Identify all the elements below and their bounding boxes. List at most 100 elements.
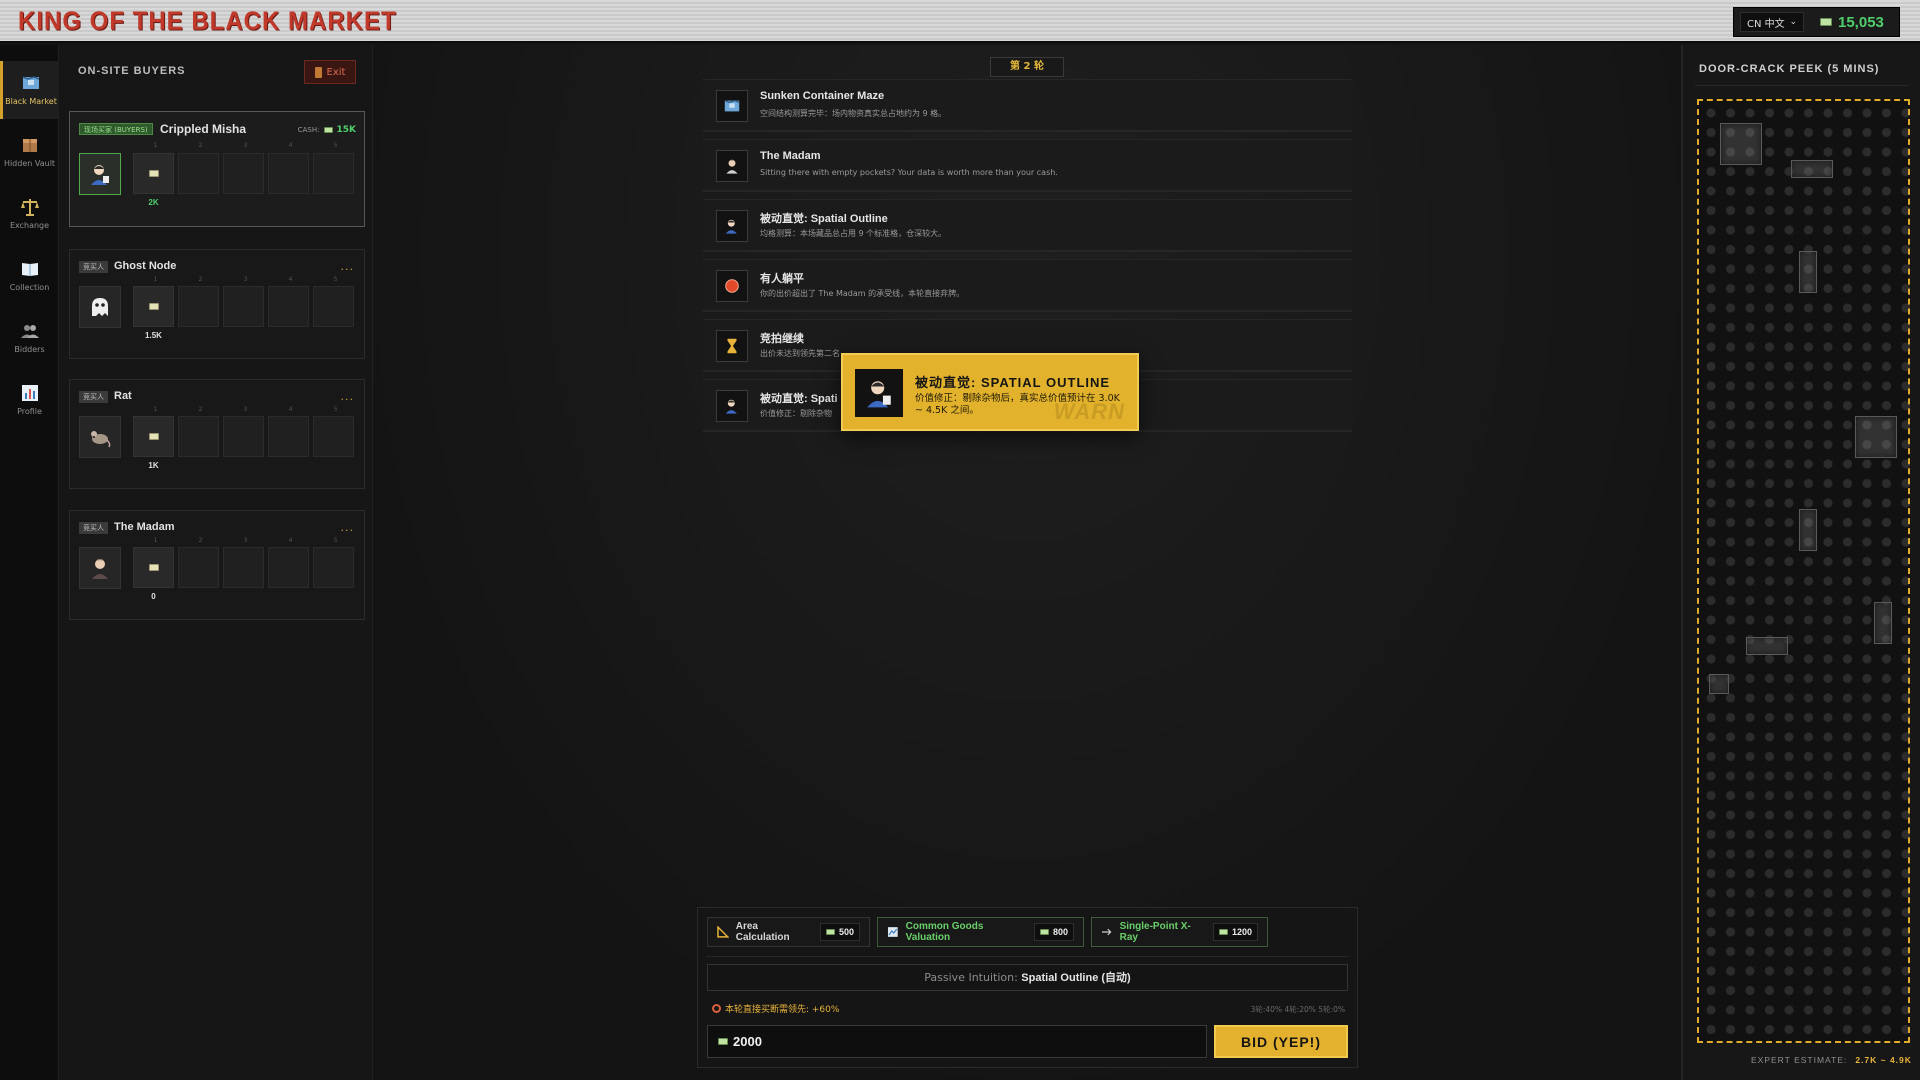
bid-slot [133, 286, 174, 327]
bid-button[interactable]: BID (YEP!) [1214, 1025, 1348, 1058]
top-bar: KING OF THE BLACK MARKET CN 中文 ⌄ 15,053 [0, 0, 1920, 43]
event-title: 被动直觉: Spatial Outline [760, 213, 888, 225]
cash-icon [1820, 18, 1832, 26]
divider [706, 956, 1349, 957]
bid-amount: 1.5K [145, 331, 162, 340]
event-icon [716, 150, 748, 182]
bid-slot [133, 416, 174, 457]
crate-icon [22, 139, 37, 152]
popup-watermark: WARN [1053, 399, 1125, 424]
rat-avatar-icon [91, 431, 111, 448]
slot-numbers: 1 2 3 4 5 [133, 142, 358, 149]
buyer-card[interactable]: 竞买人 Ghost Node ... 1 2 3 4 5 1.5K [69, 249, 365, 359]
event-title: 竞拍继续 [760, 333, 804, 345]
nav-collection[interactable]: Collection [0, 247, 59, 305]
bid-slot [133, 547, 174, 588]
slot-number: 3 [243, 406, 248, 413]
vault-item-block [1720, 123, 1762, 165]
nav-profile[interactable]: Profile [0, 371, 59, 429]
cash-icon [1218, 929, 1228, 935]
more-icon[interactable]: ... [341, 521, 355, 534]
divider [1695, 85, 1908, 86]
buyer-tag: 现场买家 (BUYERS) [79, 123, 153, 135]
tool-cost: 500 [819, 923, 860, 941]
passive-label: Passive Intuition: [924, 971, 1018, 984]
bid-slot [223, 286, 264, 327]
event-icon [716, 90, 748, 122]
bid-slot [223, 547, 264, 588]
language-value: CN 中文 [1747, 18, 1785, 30]
nav-bidders[interactable]: Bidders [0, 309, 59, 367]
slot-number: 3 [243, 537, 248, 544]
bid-amount: 2K [148, 198, 159, 207]
vault-item-block [1874, 602, 1892, 644]
exit-label: Exit [326, 66, 346, 78]
event-log-item: Sunken Container Maze 空间结构测算完毕：场内物资真实总占地… [703, 79, 1352, 132]
exit-button[interactable]: Exit [304, 60, 356, 84]
nav-label: Exchange [9, 221, 50, 230]
slot-number: 4 [288, 537, 293, 544]
map-icon [22, 76, 40, 89]
event-desc: 出价未达到领先第二名 [760, 349, 840, 358]
buyer-tag: 竞买人 [79, 261, 108, 273]
bid-slot [268, 153, 309, 194]
tool-cost-value: 500 [838, 927, 854, 937]
bid-slot [268, 547, 309, 588]
bar-chart-icon [21, 385, 38, 401]
ghost-avatar-icon [92, 298, 108, 316]
buyout-hint: 本轮直接买断需领先: +60% [712, 1002, 839, 1015]
bid-slot [223, 153, 264, 194]
crippled-misha-avatar [867, 381, 891, 408]
event-desc: 你的出价超出了 The Madam 的承受线，本轮直接弃牌。 [760, 289, 965, 298]
tool-area-calculation[interactable]: Area Calculation 500 [707, 917, 870, 947]
bid-slot [313, 286, 354, 327]
bid-slots [133, 547, 354, 588]
tool-cost-value: 1200 [1231, 927, 1252, 937]
slot-number: 2 [198, 142, 203, 149]
event-desc: 均格测算：本场藏品总占用 9 个标准格，仓深较大。 [760, 229, 947, 238]
intuition-popup[interactable]: 被动直觉: SPATIAL OUTLINE 价值修正：剔除杂物后，真实总价值预计… [841, 353, 1139, 431]
buyer-card[interactable]: 现场买家 (BUYERS) Crippled Misha CASH: 15K 1… [69, 111, 365, 227]
event-log-item: 被动直觉: Spatial Outline 均格测算：本场藏品总占用 9 个标准… [703, 199, 1352, 252]
vault-item-block [1709, 674, 1729, 694]
event-desc: Sitting there with empty pockets? Your d… [760, 168, 1058, 177]
more-icon[interactable]: ... [341, 390, 355, 403]
users-icon [20, 325, 39, 338]
tool-cost: 1200 [1212, 923, 1258, 941]
event-icon [716, 390, 748, 422]
tool-common-goods-valuation[interactable]: Common Goods Valuation 800 [877, 917, 1084, 947]
vault-item-block [1799, 509, 1817, 551]
more-icon[interactable]: ... [341, 260, 355, 273]
cash-amount: 15K [336, 125, 357, 135]
buyers-panel: ON-SITE BUYERS Exit 现场买家 (BUYERS) Crippl… [60, 45, 373, 1080]
estimate-label: EXPERT ESTIMATE: [1751, 1055, 1848, 1065]
slot-number: 3 [243, 276, 248, 283]
bid-slot [178, 547, 219, 588]
tool-label: Common Goods Valuation [905, 921, 984, 943]
buyer-card[interactable]: 竞买人 Rat ... 1 2 3 4 5 1K [69, 379, 365, 489]
cash-value: 15,053 [1838, 13, 1884, 31]
nav-hidden-vault[interactable]: Hidden Vault [0, 123, 59, 181]
vault-grid [1697, 99, 1910, 1043]
hint-text: 本轮直接买断需领先: +60% [725, 1005, 840, 1015]
target-icon [712, 1004, 721, 1013]
slot-number: 5 [333, 142, 338, 149]
tool-cost-value: 800 [1052, 927, 1068, 937]
nav-exchange[interactable]: Exchange [0, 185, 59, 243]
nav-black-market[interactable]: Black Market [0, 61, 59, 119]
bid-amount-input[interactable]: 2000 [707, 1025, 1207, 1058]
app-title: KING OF THE BLACK MARKET [18, 6, 397, 37]
buyer-card[interactable]: 竞买人 The Madam ... 1 2 3 4 5 0 [69, 510, 365, 620]
map-icon [724, 99, 740, 112]
vault-item-block [1791, 160, 1833, 178]
event-log-item: The Madam Sitting there with empty pocke… [703, 139, 1352, 192]
nav-label: Bidders [14, 345, 45, 354]
madam-avatar-icon [92, 559, 108, 579]
passive-intuition: Passive Intuition: Spatial Outline (自动) [707, 964, 1348, 991]
language-select[interactable]: CN 中文 ⌄ [1740, 12, 1804, 32]
event-desc: 空间结构测算完毕：场内物资真实总占地约为 9 格。 [760, 109, 947, 118]
round-badge: 第 2 轮 [990, 57, 1064, 77]
tool-single-point-xray[interactable]: Single-Point X-Ray 1200 [1091, 917, 1268, 947]
left-nav: Black Market Hidden Vault Exchange Colle… [0, 45, 59, 1080]
slot-number: 2 [198, 537, 203, 544]
